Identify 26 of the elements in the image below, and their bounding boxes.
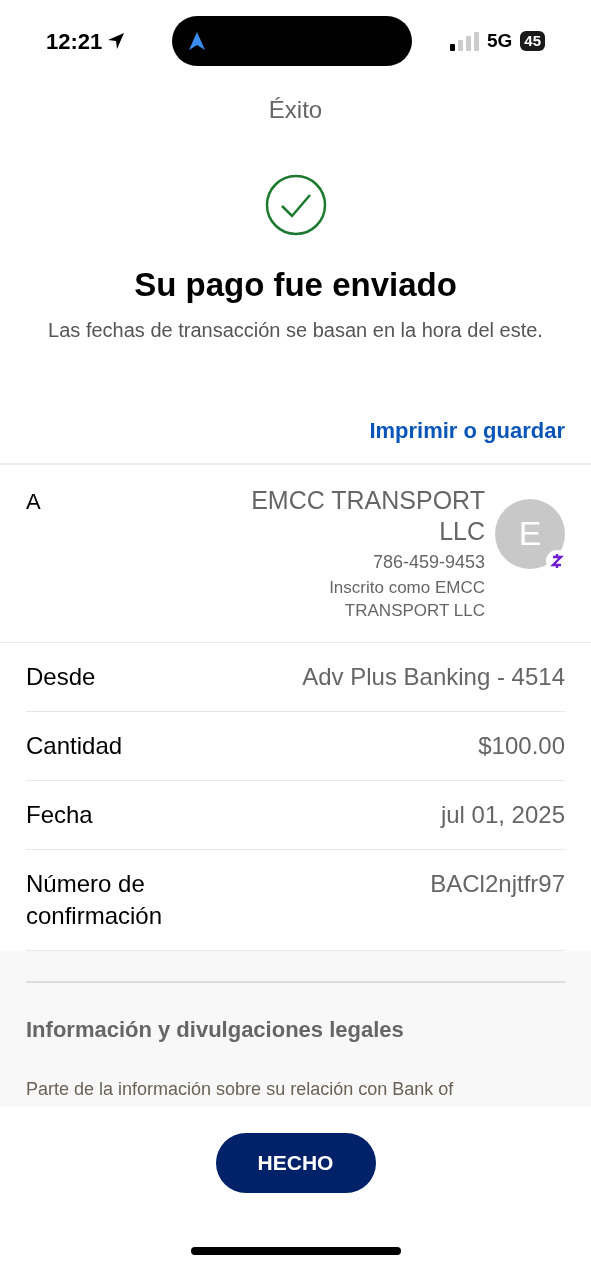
enrolled-name: Inscrito como EMCC TRANSPORT LLC xyxy=(328,576,485,622)
detail-label: Número de confirmación xyxy=(26,868,164,931)
network-label: 5G xyxy=(486,28,513,53)
detail-label: Cantidad xyxy=(26,730,124,761)
recipient-name: EMCC TRANSPORT LLC xyxy=(250,484,485,547)
battery-indicator: 45 xyxy=(520,31,545,51)
legal-heading: Información y divulgaciones legales xyxy=(26,1016,404,1042)
detail-label: Desde xyxy=(26,661,97,692)
location-arrow-icon xyxy=(106,31,127,51)
clock-time: 12:21 xyxy=(46,27,103,56)
detail-value: BACl2njtfr97 xyxy=(430,868,565,899)
recipient-label: A xyxy=(26,487,42,516)
success-heading: Su pago fue enviado xyxy=(134,265,457,305)
legal-text: Parte de la información sobre su relación con Bank of xyxy=(26,1078,454,1099)
page-title: Éxito xyxy=(268,95,323,125)
recipient-phone: 786-459-9453 xyxy=(372,550,485,574)
detail-value: jul 01, 2025 xyxy=(440,799,565,830)
detail-value: $100.00 xyxy=(478,730,565,761)
signal-icon xyxy=(448,31,479,51)
done-button[interactable]: HECHO xyxy=(215,1132,376,1193)
checkmark-circle-icon xyxy=(264,174,327,236)
detail-value: Adv Plus Banking - 4514 xyxy=(302,661,565,692)
navigation-arrow-icon xyxy=(187,31,206,51)
print-or-save-link[interactable]: Imprimir o guardar xyxy=(369,413,565,447)
detail-label: Fecha xyxy=(26,799,94,830)
timezone-note: Las fechas de transacción se basan en la hora del este. xyxy=(48,318,543,341)
